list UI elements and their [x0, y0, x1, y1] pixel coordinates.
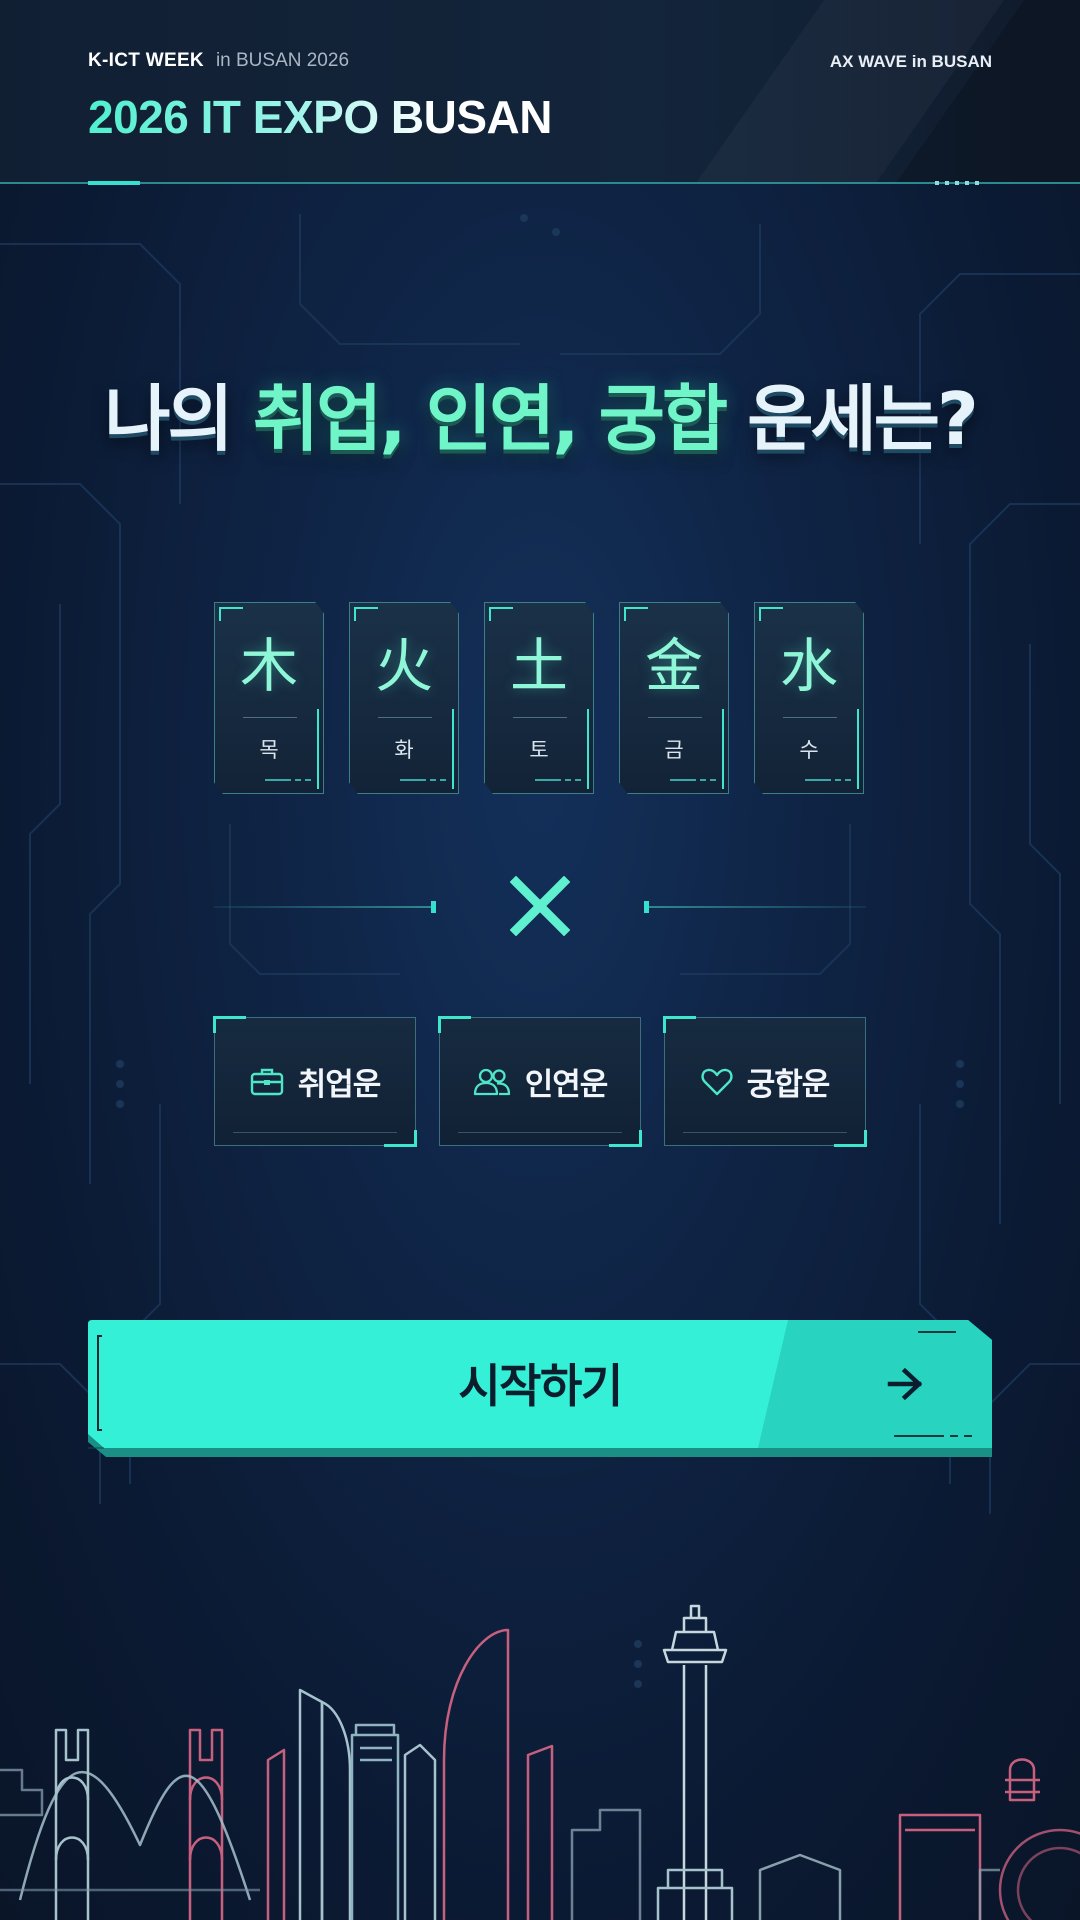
event-subtitle: K-ICT WEEK in BUSAN 2026 — [88, 50, 349, 72]
busan-skyline-illustration — [0, 1604, 1080, 1920]
header-accent-mark — [88, 181, 140, 185]
headline-part: 운세는? — [747, 377, 978, 461]
button-underline — [458, 1132, 622, 1133]
cross-left-line — [214, 906, 436, 908]
event-location: in BUSAN 2026 — [215, 50, 350, 71]
cross-right-cap — [644, 901, 649, 913]
button-underline — [683, 1132, 847, 1133]
element-card-metal: 金 금 — [619, 602, 729, 794]
cross-left-cap — [431, 901, 436, 913]
fortune-button-relationship[interactable]: 인연운 — [438, 1016, 642, 1147]
element-hanja: 火 — [374, 632, 433, 700]
card-corner — [624, 607, 648, 621]
multiply-icon — [510, 876, 570, 936]
element-hanja: 水 — [779, 632, 838, 700]
page-title: 2026 IT EXPO BUSAN — [88, 91, 552, 143]
fortune-label: 취업운 — [297, 1067, 382, 1103]
element-card-wood: 木 목 — [214, 602, 324, 794]
start-button-label: 시작하기 — [458, 1359, 623, 1413]
heart-icon — [701, 1068, 733, 1095]
headline-highlight: 취업, — [252, 377, 407, 461]
cross-right-line — [644, 906, 866, 908]
card-corner — [489, 607, 513, 621]
card-separator — [648, 717, 702, 718]
element-korean: 목 — [259, 738, 279, 762]
element-card-fire: 火 화 — [349, 602, 459, 794]
element-hanja: 木 — [239, 632, 298, 700]
element-hanja: 金 — [644, 632, 703, 700]
headline-highlight: 인연, — [425, 377, 580, 461]
card-separator — [378, 717, 432, 718]
element-korean: 토 — [529, 738, 549, 762]
card-separator — [513, 717, 567, 718]
arrow-right-icon — [887, 1367, 923, 1401]
card-corner — [354, 607, 378, 621]
people-icon — [473, 1068, 510, 1095]
button-corner — [438, 1016, 471, 1033]
card-dash-decor — [670, 779, 716, 781]
element-card-earth: 土 토 — [484, 602, 594, 794]
element-korean: 화 — [394, 738, 414, 762]
card-dash-decor — [400, 779, 446, 781]
start-button[interactable]: 시작하기 — [88, 1320, 992, 1457]
headline-part: 나의 — [104, 377, 233, 461]
card-corner — [759, 607, 783, 621]
header-dots-decor — [935, 181, 985, 185]
event-name: K-ICT WEEK — [88, 50, 204, 71]
element-korean: 금 — [664, 738, 684, 762]
button-corner — [213, 1016, 246, 1033]
briefcase-icon — [250, 1068, 283, 1095]
main-headline: 나의 취업, 인연, 궁합 운세는? — [0, 360, 1080, 465]
fortune-button-compatibility[interactable]: 궁합운 — [663, 1016, 867, 1147]
card-corner — [219, 607, 243, 621]
card-separator — [783, 717, 837, 718]
header-divider — [0, 182, 1080, 184]
five-elements-row: 木 목 火 화 土 토 金 금 水 수 — [214, 602, 866, 794]
header-bar: K-ICT WEEK in BUSAN 2026 2026 IT EXPO BUS… — [0, 0, 1080, 183]
button-corner — [663, 1016, 696, 1033]
card-dash-decor — [535, 779, 581, 781]
card-separator — [243, 717, 297, 718]
fortune-button-career[interactable]: 취업운 — [213, 1016, 417, 1147]
button-underline — [233, 1132, 397, 1133]
card-dash-decor — [265, 779, 311, 781]
headline-highlight: 궁합 — [598, 377, 728, 461]
element-korean: 수 — [799, 738, 819, 762]
header-slogan: AX WAVE in BUSAN — [829, 52, 992, 71]
fortune-label: 인연운 — [524, 1067, 609, 1103]
element-card-water: 水 수 — [754, 602, 864, 794]
element-hanja: 土 — [509, 632, 568, 700]
fortune-label: 궁합운 — [746, 1067, 831, 1103]
card-dash-decor — [805, 779, 851, 781]
